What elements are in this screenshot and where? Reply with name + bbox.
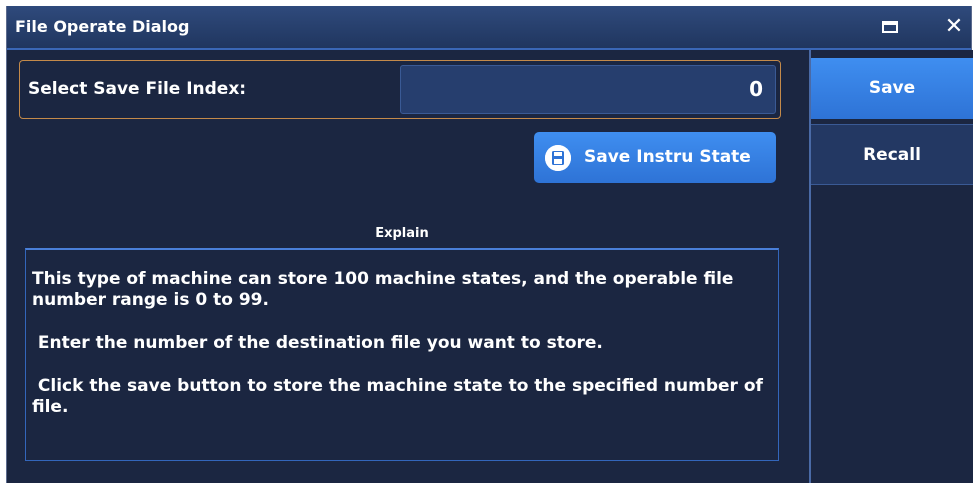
explain-paragraph: Click the save button to store the machi… [32, 376, 769, 417]
save-disk-icon [545, 145, 571, 171]
save-file-index-input[interactable]: 0 [400, 65, 776, 114]
save-file-index-row: Select Save File Index: 0 [19, 60, 781, 119]
save-file-index-label: Select Save File Index: [28, 79, 247, 99]
explain-paragraph: Enter the number of the destination file… [32, 333, 603, 353]
explain-text-box: This type of machine can store 100 machi… [25, 248, 779, 461]
close-icon: ✕ [944, 14, 964, 39]
save-instru-state-label: Save Instru State [584, 147, 751, 167]
maximize-button[interactable] [880, 18, 900, 38]
sidebar-recall-button[interactable]: Recall [811, 124, 973, 185]
explain-paragraph: This type of machine can store 100 machi… [32, 269, 740, 310]
action-sidebar: Save Recall [809, 50, 973, 483]
maximize-icon [882, 21, 898, 33]
file-operate-dialog: File Operate Dialog ✕ Select Save File I… [6, 6, 973, 483]
save-instru-state-button[interactable]: Save Instru State [534, 132, 776, 183]
explain-caption: Explain [375, 226, 429, 241]
dialog-title: File Operate Dialog [15, 17, 190, 36]
sidebar-save-button[interactable]: Save [811, 58, 973, 119]
title-bar[interactable]: File Operate Dialog ✕ [7, 6, 971, 50]
close-button[interactable]: ✕ [942, 15, 966, 39]
